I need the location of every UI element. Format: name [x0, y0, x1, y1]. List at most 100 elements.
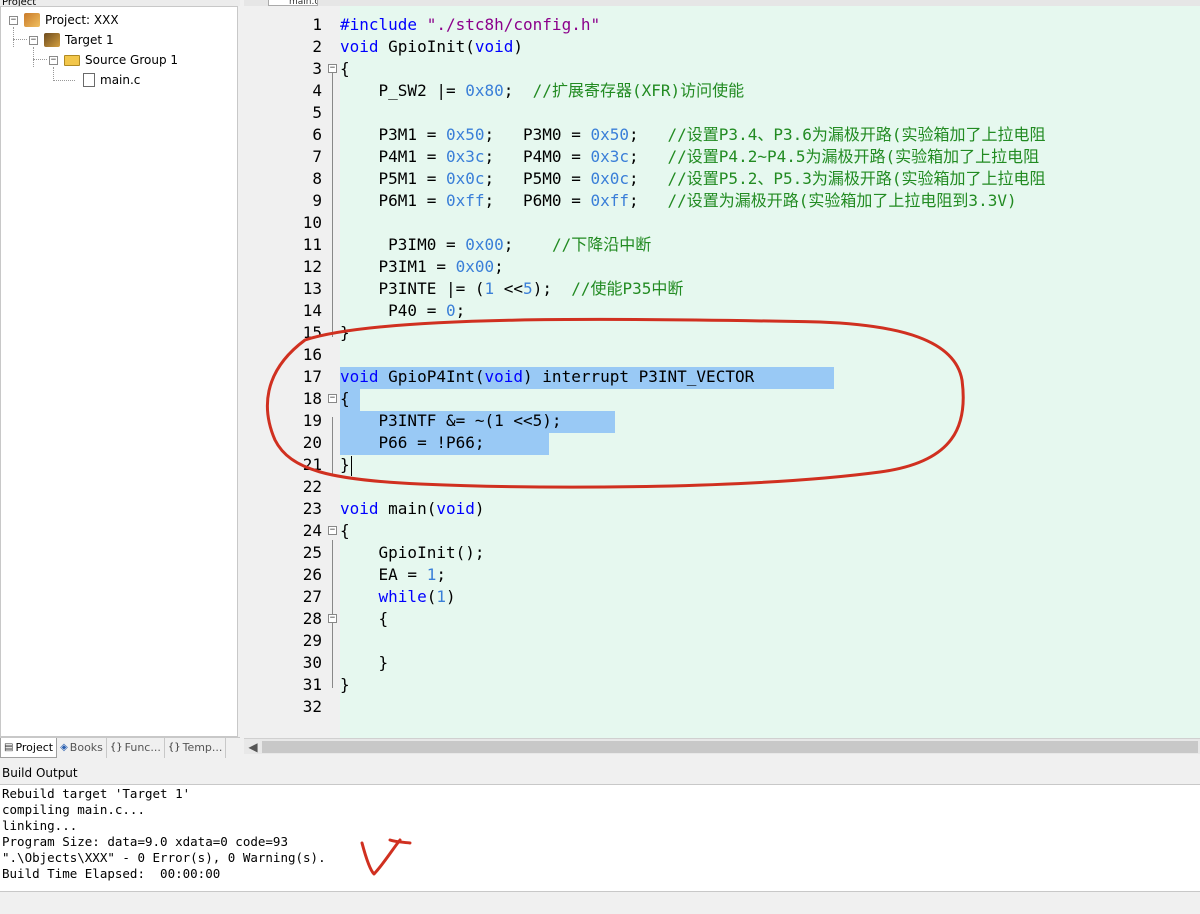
- line-number: 24: [302, 521, 322, 540]
- code-comment: //使能P35中断: [571, 279, 684, 298]
- build-output-log[interactable]: Rebuild target 'Target 1' compiling main…: [0, 784, 1200, 892]
- output-line: ".\Objects\XXX" - 0 Error(s), 0 Warning(…: [2, 850, 326, 865]
- code-text: EA =: [340, 565, 427, 584]
- code-keyword: while: [378, 587, 427, 606]
- code-text: ): [474, 499, 485, 518]
- line-number: 20: [302, 433, 322, 452]
- code-line: P5M1 = 0x0c; P5M0 = 0x0c; //设置P5.2、P5.3为…: [340, 168, 1046, 190]
- code-comment: //设置P3.4、P3.6为漏极开路(实验箱加了上拉电阻: [667, 125, 1046, 144]
- line-number: 7: [312, 147, 322, 166]
- uvision-ide: Project − Project: XXX − Target 1 − Sour…: [0, 0, 1200, 914]
- code-keyword: void: [484, 367, 524, 386]
- line-number: 9: [312, 191, 322, 210]
- code-text: P5M1 =: [340, 169, 446, 188]
- line-number: 11: [302, 235, 322, 254]
- code-line: }: [340, 653, 389, 672]
- fold-toggle-icon[interactable]: −: [328, 614, 337, 623]
- collapse-icon[interactable]: −: [9, 15, 18, 25]
- output-line: linking...: [2, 818, 78, 833]
- line-number: 30: [302, 653, 322, 672]
- build-output-panel: Build Output Rebuild target 'Target 1' c…: [0, 764, 1200, 914]
- code-line: }: [340, 455, 350, 474]
- code-line: void GpioP4Int(void) interrupt P3INT_VEC…: [340, 366, 754, 388]
- code-number: 0x00: [455, 257, 495, 276]
- code-comment: //设置P5.2、P5.3为漏极开路(实验箱加了上拉电阻: [667, 169, 1046, 188]
- code-text: <<: [494, 279, 524, 298]
- code-line: }: [340, 675, 350, 694]
- code-text: P_SW2 |=: [340, 81, 466, 100]
- code-number: 0xff: [590, 191, 629, 210]
- code-line: P40 = 0;: [340, 300, 465, 322]
- build-output-title: Build Output: [2, 766, 78, 780]
- line-number: 4: [312, 81, 322, 100]
- code-line: P3INTF &= ~(1 <<5);: [340, 411, 562, 430]
- code-line: {: [340, 59, 350, 78]
- project-panel: Project − Project: XXX − Target 1 − Sour…: [0, 0, 240, 760]
- line-number: 22: [302, 477, 322, 496]
- tree-label-project: Project: XXX: [45, 13, 119, 27]
- tree-label-target: Target 1: [65, 33, 114, 47]
- output-line: compiling main.c...: [2, 802, 145, 817]
- build-output-scrollbar[interactable]: [0, 892, 1200, 910]
- code-text: GpioInit(: [378, 37, 475, 56]
- code-number: 0x50: [445, 125, 485, 144]
- tree-item-file[interactable]: main.c: [83, 70, 140, 90]
- code-line: P3IM0 = 0x00; //下降沿中断: [340, 234, 651, 256]
- horizontal-scrollbar[interactable]: ◀: [244, 738, 1200, 754]
- tab-project[interactable]: ▤ Project: [0, 738, 58, 758]
- code-text: ;: [629, 125, 668, 144]
- code-line: P3M1 = 0x50; P3M0 = 0x50; //设置P3.4、P3.6为…: [340, 124, 1046, 146]
- line-number: 3: [312, 59, 322, 78]
- tree-item-target[interactable]: − Target 1: [29, 30, 114, 50]
- code-number: 0x3c: [590, 147, 629, 166]
- code-number: 0x80: [465, 81, 504, 100]
- scrollbar-thumb[interactable]: [262, 741, 1198, 753]
- fold-toggle-icon[interactable]: −: [328, 394, 337, 403]
- code-line: {: [340, 521, 350, 540]
- code-text: ;: [455, 301, 466, 320]
- code-number: 0x3c: [445, 147, 485, 166]
- line-number: 17: [302, 367, 322, 386]
- line-number: 5: [312, 103, 322, 122]
- code-number: 0x00: [465, 235, 504, 254]
- collapse-icon[interactable]: −: [29, 35, 38, 45]
- code-text: ;: [503, 81, 533, 100]
- line-number: 23: [302, 499, 322, 518]
- code-keyword: void: [340, 367, 379, 386]
- code-keyword: void: [436, 499, 475, 518]
- collapse-icon[interactable]: −: [49, 55, 58, 65]
- line-number: 13: [302, 279, 322, 298]
- tree-item-source-group[interactable]: − Source Group 1: [49, 50, 178, 70]
- fold-toggle-icon[interactable]: −: [328, 526, 337, 535]
- functions-icon: {}: [109, 742, 123, 753]
- scroll-left-icon[interactable]: ◀: [246, 740, 260, 754]
- code-keyword: void: [340, 499, 379, 518]
- target-icon: [44, 33, 60, 47]
- tab-label: Project: [15, 740, 54, 754]
- code-line: P4M1 = 0x3c; P4M0 = 0x3c; //设置P4.2~P4.5为…: [340, 146, 1040, 168]
- line-number: 15: [302, 323, 322, 342]
- code-editor[interactable]: 1 2 3 4 5 6 7 8 9 10 11 12 13 14 15 16 1…: [244, 6, 1200, 738]
- code-number: 5: [523, 279, 533, 298]
- code-text: ; P3M0 =: [484, 125, 591, 144]
- code-number: 0: [445, 301, 456, 320]
- code-text: (: [426, 587, 437, 606]
- code-keyword: void: [340, 37, 379, 56]
- tab-templates[interactable]: {} Temp...: [165, 738, 227, 758]
- text-caret: [351, 456, 352, 476]
- tree-item-project[interactable]: − Project: XXX: [9, 10, 119, 30]
- tab-books[interactable]: ◈ Books: [57, 738, 107, 758]
- code-string: "./stc8h/config.h": [426, 15, 601, 34]
- line-number: 2: [312, 37, 322, 56]
- code-text: ): [445, 587, 456, 606]
- books-icon: ◈: [60, 742, 68, 753]
- line-number: 8: [312, 169, 322, 188]
- code-number: 1: [436, 587, 446, 606]
- folder-icon: [64, 54, 80, 66]
- fold-toggle-icon[interactable]: −: [328, 64, 337, 73]
- templates-icon: {}: [167, 742, 181, 753]
- code-line: EA = 1;: [340, 564, 446, 586]
- tab-functions[interactable]: {} Func...: [107, 738, 165, 758]
- code-text: P3M1 =: [340, 125, 446, 144]
